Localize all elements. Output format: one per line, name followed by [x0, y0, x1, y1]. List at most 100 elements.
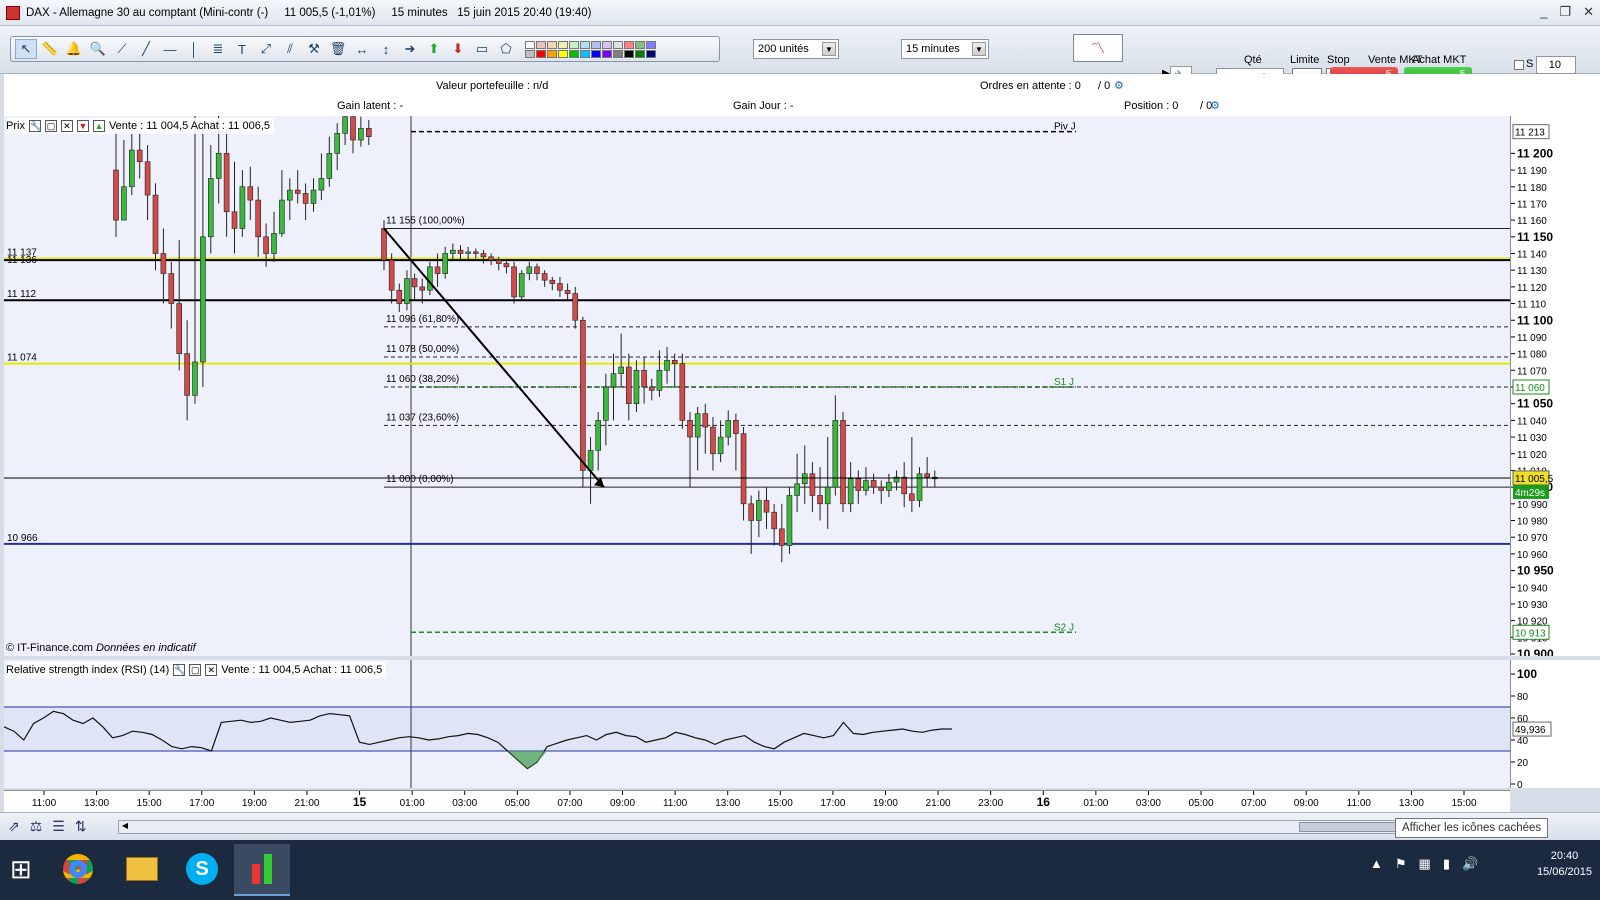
price-axis[interactable]: 11 200 11 190 11 180 11 170 11 160 11 150 11 1… [1510, 116, 1600, 661]
text-tool-icon[interactable]: T [231, 39, 253, 59]
pointer-tool-icon[interactable]: ↖ [15, 39, 37, 59]
color-palette[interactable] [525, 40, 656, 58]
scroll-left-icon[interactable]: ◀ [119, 821, 131, 833]
palette-swatch[interactable] [624, 49, 634, 58]
line-tool-icon[interactable]: ╱ [135, 39, 157, 59]
channel-tool-icon[interactable]: ⫽ [279, 39, 301, 59]
palette-swatch[interactable] [536, 49, 546, 58]
s-checkbox[interactable] [1514, 60, 1524, 70]
palette-swatch[interactable] [591, 40, 601, 49]
vertical-measure-icon[interactable]: ↕ [375, 39, 397, 59]
compare-icon[interactable]: ⇅ [75, 818, 87, 835]
palette-swatch[interactable] [547, 40, 557, 49]
candle-body [286, 189, 293, 201]
indicator-icon[interactable]: ⚖ [30, 818, 43, 835]
fibonacci-tool-icon[interactable]: ≣ [207, 39, 229, 59]
palette-swatch[interactable] [602, 49, 612, 58]
time-tick-label: 09:00 [610, 798, 635, 809]
palette-swatch[interactable] [525, 49, 535, 58]
trash-icon[interactable]: 🗑 [327, 39, 349, 59]
price-tick-label: 11 110 [1517, 300, 1547, 311]
move-down-icon[interactable]: ▼ [76, 120, 89, 132]
close-icon[interactable]: ✕ [205, 664, 218, 676]
chevron-down-icon[interactable]: ▼ [972, 42, 986, 56]
palette-swatch[interactable] [613, 40, 623, 49]
chart-style-button[interactable]: 〽 [1073, 34, 1123, 62]
palette-swatch[interactable] [646, 40, 656, 49]
battery-icon[interactable]: ▮ [1443, 856, 1450, 872]
units-select[interactable]: 200 unités ▼ [753, 39, 839, 59]
tools-icon[interactable]: ⚒ [303, 39, 325, 59]
palette-swatch[interactable] [525, 40, 535, 49]
chevron-down-icon[interactable]: ▼ [822, 42, 836, 56]
palette-swatch[interactable] [591, 49, 601, 58]
maximize-icon[interactable]: ▢ [44, 120, 57, 132]
palette-swatch[interactable] [547, 49, 557, 58]
time-axis[interactable]: 11:00 13:00 15:00 17:00 19:00 21:00 15 01:00 03:… [4, 790, 1510, 813]
palette-swatch[interactable] [536, 40, 546, 49]
zoom-tool-icon[interactable]: 🔍 [87, 39, 109, 59]
horizontal-measure-icon[interactable]: ↔ [351, 39, 373, 59]
units-select-value: 200 unités [758, 43, 809, 55]
wrench-icon[interactable]: 🔧 [28, 120, 41, 132]
price-tick-label: 11 070 [1517, 366, 1547, 377]
minimize-icon[interactable]: _ [1540, 4, 1547, 20]
windows-start-icon[interactable]: ⊞ [10, 854, 32, 885]
price-chart-panel[interactable]: 11 137 11 136 11 112 11 074 10 966 Piv J S1 JS… [4, 116, 1510, 656]
palette-swatch[interactable] [646, 49, 656, 58]
up-arrow-icon[interactable]: ⬆ [423, 39, 445, 59]
flag-icon[interactable]: ⚑ [1395, 856, 1407, 872]
palette-swatch[interactable] [613, 49, 623, 58]
alert-bell-icon[interactable]: 🔔 [63, 39, 85, 59]
volume-icon[interactable]: 🔊 [1462, 856, 1478, 872]
down-arrow-icon[interactable]: ⬇ [447, 39, 469, 59]
wrench-icon[interactable]: 🔧 [173, 664, 185, 676]
trading-app-taskbar-icon[interactable] [234, 844, 290, 896]
horizontal-scrollbar[interactable]: ◀ ▶ [118, 820, 1458, 834]
skype-icon[interactable]: S [174, 844, 230, 896]
chrome-taskbar-icon[interactable] [50, 844, 106, 896]
palette-swatch[interactable] [569, 49, 579, 58]
horizontal-line-icon[interactable]: — [159, 39, 181, 59]
time-tick-label: 17:00 [820, 798, 845, 809]
palette-swatch[interactable] [558, 49, 568, 58]
ruler-tool-icon[interactable]: 📏 [39, 39, 61, 59]
s-label: S [1526, 58, 1534, 70]
price-chart[interactable]: 11 13711 13611 11211 07410 966Piv JS1 JS… [4, 116, 1510, 656]
shape-tool-icon[interactable]: ⬠ [495, 39, 517, 59]
list-icon[interactable]: ☰ [52, 818, 65, 835]
chart-add-icon[interactable]: ⇗ [8, 818, 20, 835]
gear-icon[interactable]: ⚙ [1210, 99, 1220, 112]
palette-swatch[interactable] [635, 49, 645, 58]
rsi-panel[interactable]: Relative strength index (RSI) (14) 🔧 ▢ ✕… [3, 660, 1510, 788]
arrow-right-icon[interactable]: ➜ [399, 39, 421, 59]
vertical-line-icon[interactable]: │ [183, 39, 205, 59]
close-icon[interactable]: ✕ [60, 120, 73, 132]
period-select[interactable]: 15 minutes ▼ [901, 39, 989, 59]
palette-swatch[interactable] [635, 40, 645, 49]
palette-swatch[interactable] [580, 40, 590, 49]
close-icon[interactable]: ✕ [1583, 4, 1594, 20]
palette-swatch[interactable] [569, 40, 579, 49]
network-icon[interactable]: ▦ [1419, 856, 1431, 872]
arrow-line-icon[interactable]: ⤢ [255, 39, 277, 59]
palette-swatch[interactable] [580, 49, 590, 58]
show-hidden-icons-icon[interactable]: ▲ [1370, 856, 1383, 872]
segment-tool-icon[interactable]: ⟋ [111, 39, 133, 59]
level-label: 11 074 [7, 353, 37, 364]
candle-body [909, 493, 915, 501]
move-up-icon[interactable]: ▲ [92, 120, 105, 132]
candle-body [603, 386, 609, 421]
s-input[interactable]: 10 [1536, 56, 1576, 74]
palette-swatch[interactable] [558, 40, 568, 49]
file-explorer-icon[interactable] [114, 844, 170, 896]
gear-icon[interactable]: ⚙ [1114, 79, 1124, 92]
rsi-chart[interactable] [3, 660, 1510, 788]
palette-swatch[interactable] [602, 40, 612, 49]
clock[interactable]: 20:40 15/06/2015 [1537, 848, 1592, 880]
maximize-icon[interactable]: ▢ [189, 664, 202, 676]
palette-swatch[interactable] [624, 40, 634, 49]
restore-icon[interactable]: ❐ [1559, 4, 1571, 20]
rectangle-tool-icon[interactable]: ▭ [471, 39, 493, 59]
time-tick-label: 13:00 [1399, 798, 1424, 809]
